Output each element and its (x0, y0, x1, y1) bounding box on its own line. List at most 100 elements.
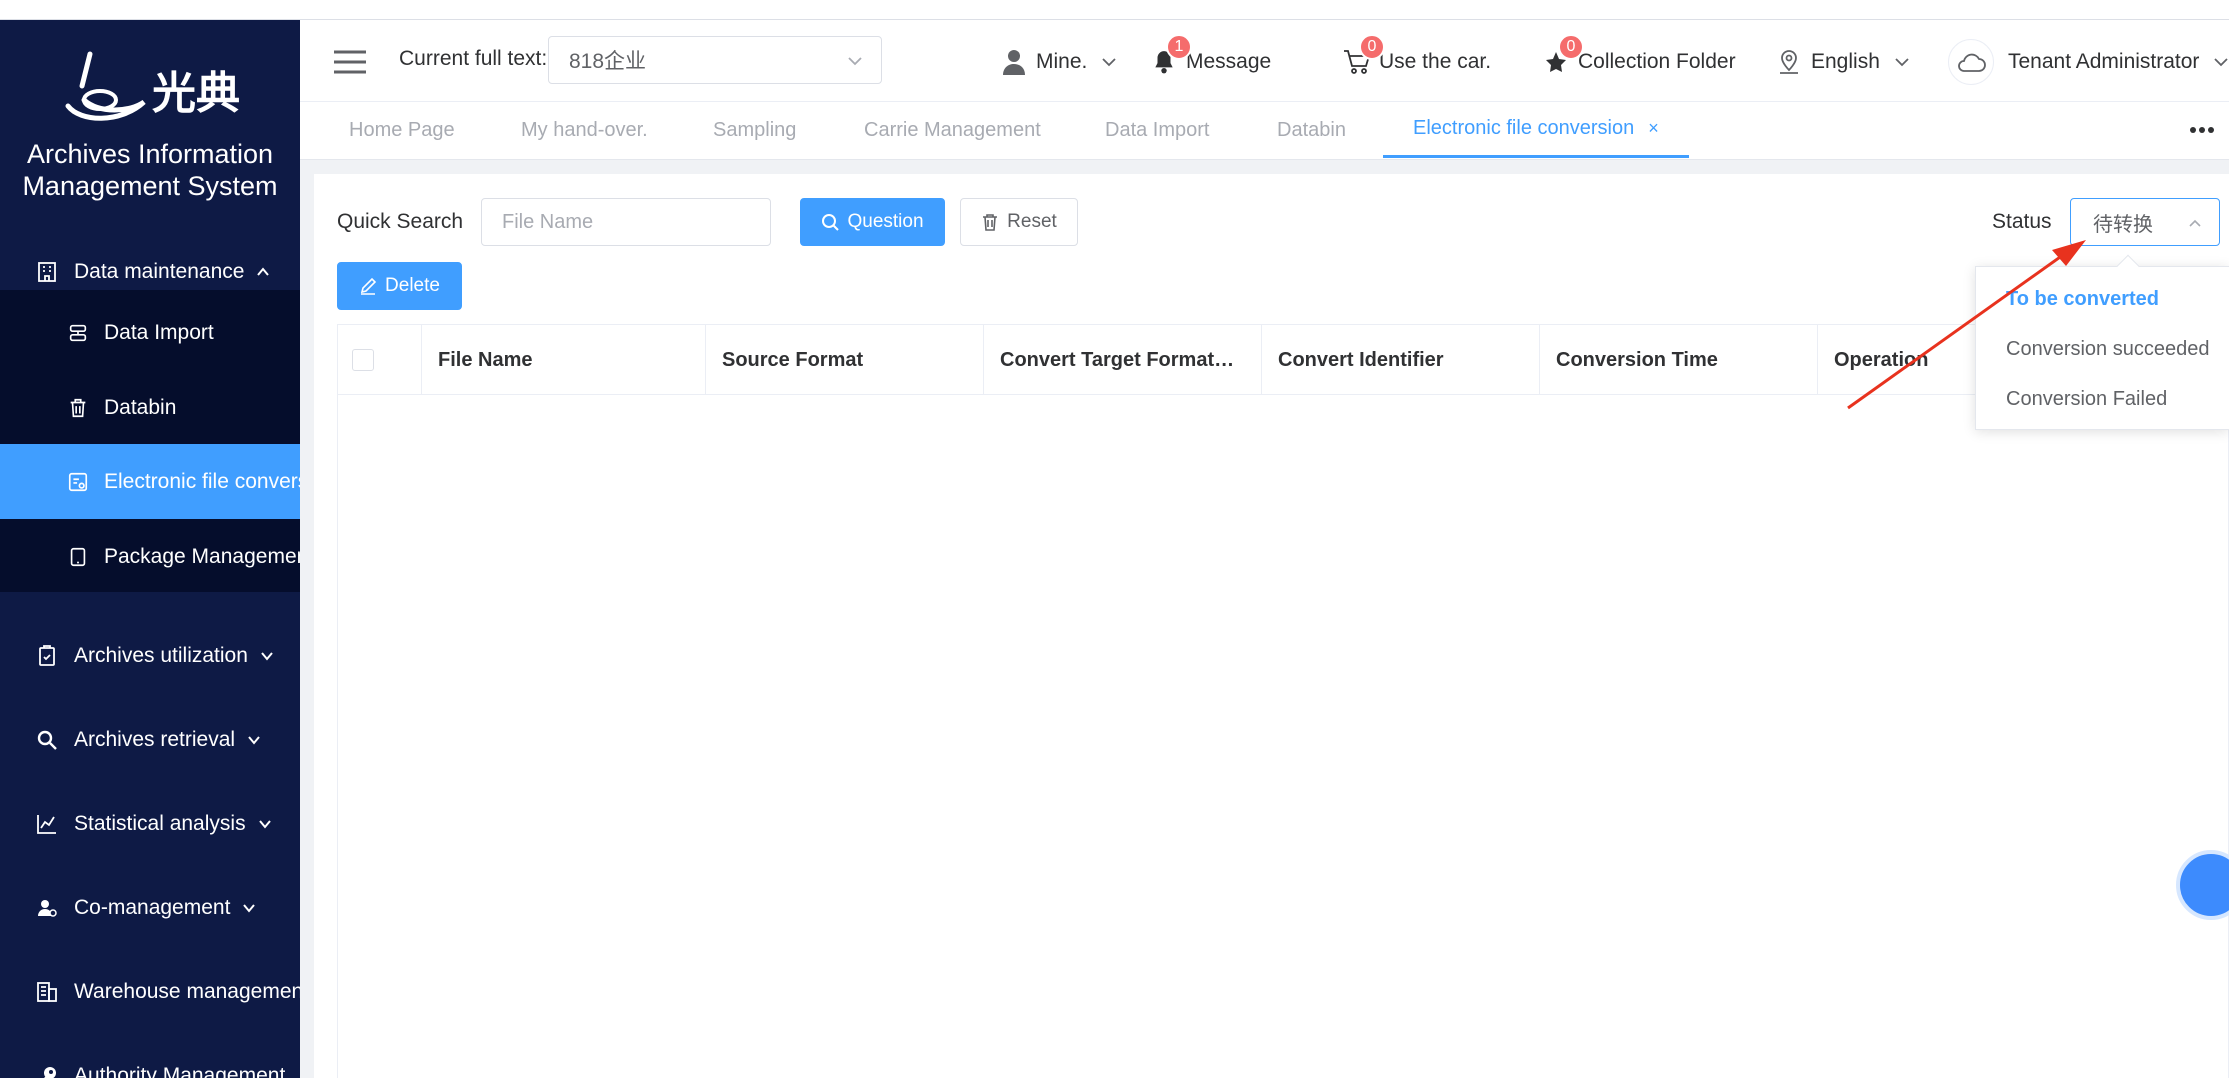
menu-archives-retrieval[interactable]: Archives retrieval (0, 698, 300, 782)
tab-electronic-file-conversion[interactable]: Electronic file conversion × (1383, 102, 1689, 158)
submenu-label: Electronic file conversion (104, 469, 300, 493)
menu-co-management[interactable]: Co-management (0, 866, 300, 950)
message-badge: 1 (1166, 34, 1192, 60)
chevron-down-icon (247, 733, 261, 747)
chevron-down-icon (260, 649, 274, 663)
tab-my-hand-over[interactable]: My hand-over. (521, 102, 648, 158)
system-title-line1: Archives Information (26, 139, 274, 169)
use-car-button[interactable]: 0 Use the car. (1343, 34, 1492, 84)
menu-warehouse-management[interactable]: Warehouse management (0, 950, 300, 1034)
full-text-value: 818企业 (569, 50, 647, 73)
key-icon (34, 1063, 60, 1078)
language-select[interactable]: English (1775, 40, 1910, 84)
browser-top-strip (0, 0, 2229, 20)
full-text-select[interactable]: 818企业 (548, 36, 882, 84)
menu-label: Data maintenance (74, 260, 245, 283)
hamburger-menu-icon[interactable] (334, 50, 366, 74)
close-icon[interactable]: × (1648, 118, 1659, 139)
submenu-item-electronic-file-conversion[interactable]: Electronic file conversion (0, 444, 300, 519)
submenu-label: Package Management (104, 544, 300, 568)
submenu-label: Data Import (104, 320, 214, 344)
tablet-icon (66, 545, 90, 569)
quick-search-label: Quick Search (337, 210, 464, 233)
reset-button[interactable]: Reset (960, 198, 1078, 246)
message-label: Message (1186, 50, 1272, 73)
menu-statistical-analysis[interactable]: Statistical analysis (0, 782, 300, 866)
building-icon (34, 259, 60, 285)
chevron-up-icon (256, 265, 270, 279)
tabs-bar: Home Page My hand-over. Sampling Carrie … (300, 102, 2229, 160)
location-icon (1775, 48, 1803, 76)
mine-menu[interactable]: Mine. (1000, 40, 1117, 84)
submenu-item-data-import[interactable]: Data Import (0, 295, 300, 370)
menu-label: Archives retrieval (74, 728, 236, 751)
line-chart-icon (34, 811, 60, 837)
tab-label: Data Import (1105, 118, 1210, 141)
logo-text: 光典 (152, 68, 240, 119)
mine-label: Mine. (1036, 50, 1088, 73)
cloud-avatar-icon (1948, 39, 1994, 85)
full-text-label: Current full text: (399, 47, 548, 70)
collection-badge: 0 (1558, 34, 1584, 60)
chevron-down-icon (1101, 55, 1117, 69)
main-content: Quick Search Question Reset Delete Statu… (314, 174, 2229, 1078)
chevron-down-icon (258, 817, 272, 831)
user-menu[interactable]: Tenant Administrator (1948, 39, 2229, 85)
column-header-conversion-time[interactable]: Conversion Time (1540, 325, 1818, 395)
status-option-conversion-succeeded[interactable]: Conversion succeeded (2006, 331, 2209, 367)
car-label: Use the car. (1379, 50, 1492, 73)
submenu-label: Databin (104, 395, 177, 419)
status-value: 待转换 (2093, 213, 2153, 236)
menu-archives-utilization[interactable]: Archives utilization (0, 614, 300, 698)
tab-carrie-management[interactable]: Carrie Management (864, 102, 1041, 158)
tab-home-page[interactable]: Home Page (349, 102, 455, 158)
file-name-search-input[interactable] (481, 198, 771, 246)
status-select[interactable]: 待转换 (2070, 198, 2220, 246)
tab-label: Sampling (713, 118, 797, 141)
search-icon (34, 727, 60, 753)
table-header: File Name Source Format Convert Target F… (338, 325, 2228, 395)
column-header-convert-identifier[interactable]: Convert Identifier (1262, 325, 1540, 395)
question-button[interactable]: Question (800, 198, 945, 246)
system-title-line2: Management System (22, 171, 278, 201)
submenu-item-package-management[interactable]: Package Management (0, 519, 300, 594)
chevron-down-icon (1894, 55, 1910, 69)
tab-label: Home Page (349, 118, 455, 141)
status-dropdown-menu: To be converted Conversion succeeded Con… (1975, 266, 2229, 430)
chevron-down-icon (848, 57, 862, 66)
tab-databin[interactable]: Databin (1277, 102, 1346, 158)
column-header-source-format[interactable]: Source Format (706, 325, 984, 395)
menu-label: Archives utilization (74, 644, 248, 667)
tab-sampling[interactable]: Sampling (713, 102, 796, 158)
select-all-checkbox[interactable] (352, 349, 374, 371)
collection-folder-button[interactable]: 0 Collection Folder (1542, 34, 1736, 84)
status-option-conversion-failed[interactable]: Conversion Failed (2006, 381, 2167, 417)
column-header-file-name[interactable]: File Name (422, 325, 706, 395)
status-option-to-be-converted[interactable]: To be converted (2006, 281, 2159, 317)
message-button[interactable]: 1 Message (1150, 34, 1272, 84)
cart-icon: 0 (1343, 34, 1385, 76)
collection-label: Collection Folder (1578, 50, 1736, 73)
menu-label: Warehouse management (74, 980, 300, 1003)
chevron-down-icon (2213, 55, 2229, 69)
column-header-convert-target-format[interactable]: Convert Target Format… (984, 325, 1262, 395)
car-badge: 0 (1359, 34, 1385, 60)
trash-icon (66, 396, 90, 420)
system-title: Archives Information Management System (0, 138, 300, 202)
question-label: Question (847, 211, 924, 232)
guangdian-logo: 光典 (65, 51, 240, 121)
menu-authority-management[interactable]: Authority Management (0, 1034, 300, 1078)
delete-label: Delete (385, 275, 440, 296)
chevron-up-icon (2189, 219, 2201, 227)
office-building-icon (34, 979, 60, 1005)
submenu-item-databin[interactable]: Databin (0, 370, 300, 445)
user-label: Tenant Administrator (2008, 50, 2200, 73)
more-dots-icon[interactable] (2189, 120, 2215, 140)
tab-data-import[interactable]: Data Import (1105, 102, 1209, 158)
delete-button[interactable]: Delete (337, 262, 462, 310)
language-label: English (1811, 50, 1880, 73)
menu-label: Co-management (74, 896, 231, 919)
conversion-table: File Name Source Format Convert Target F… (337, 324, 2229, 1078)
user-icon (1000, 48, 1028, 76)
file-convert-icon (66, 470, 90, 494)
